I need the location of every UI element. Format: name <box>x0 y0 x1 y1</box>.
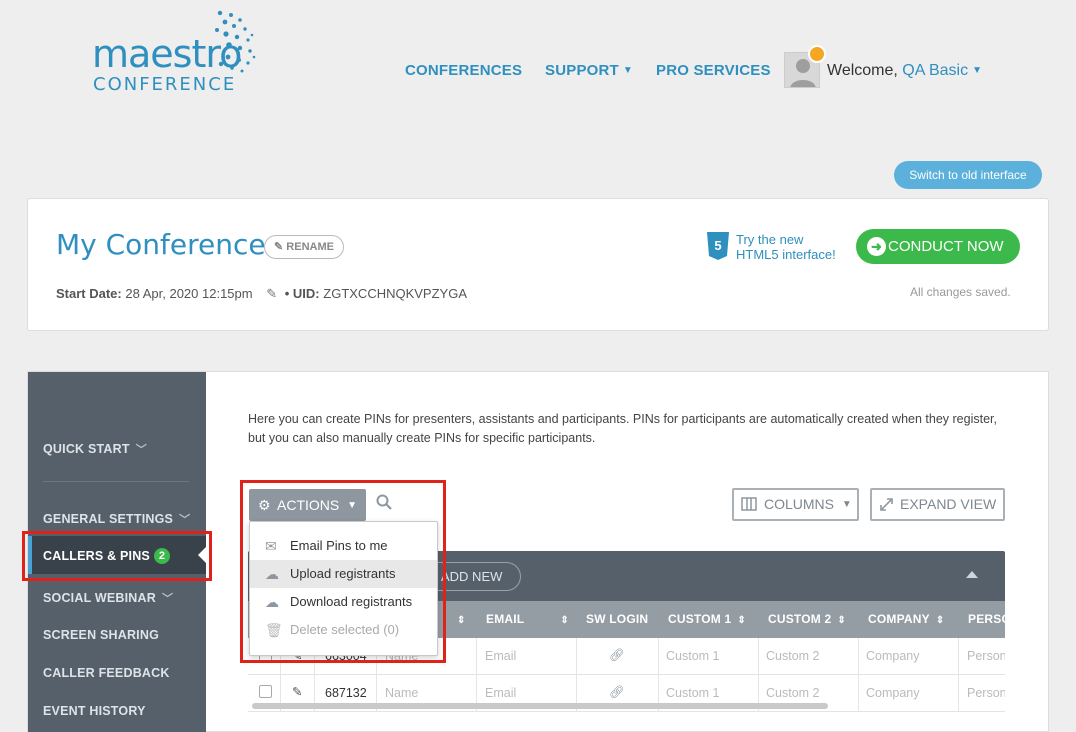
collapse-caret-icon[interactable] <box>966 571 978 578</box>
maestro-conference-logo[interactable]: maestro CONFERENCE <box>92 10 292 95</box>
pin-cell: 687132 <box>325 686 367 700</box>
pencil-icon: ✎ <box>274 241 287 253</box>
page-title: My Conference <box>56 228 266 261</box>
company-cell[interactable]: Company <box>866 686 920 700</box>
horizontal-scrollbar[interactable] <box>252 703 828 709</box>
nav-pro-services[interactable]: PRO SERVICES <box>656 62 771 79</box>
conference-meta: Start Date: 28 Apr, 2020 12:15pm ✎ • UID… <box>56 286 467 302</box>
html5-line1: Try the new <box>736 232 804 247</box>
sidebar-item-caller-feedback[interactable]: CALLER FEEDBACK <box>43 666 170 680</box>
row-checkbox[interactable] <box>259 685 272 698</box>
start-date-label: Start Date: <box>56 286 122 301</box>
link-icon[interactable]: 🔗︎ <box>609 648 625 663</box>
notification-bell-icon[interactable] <box>808 45 826 63</box>
logo-dots-icon <box>215 10 256 73</box>
chevron-down-icon: ﹀ <box>179 514 191 526</box>
sort-icon: ⇕ <box>560 615 569 626</box>
name-cell[interactable]: Name <box>385 686 418 700</box>
edit-pencil-icon[interactable]: ✎ <box>292 684 302 699</box>
expand-icon <box>880 498 893 511</box>
switch-old-interface-button[interactable]: Switch to old interface <box>894 161 1042 189</box>
user-name: QA Basic <box>902 62 969 79</box>
email-cell[interactable]: Email <box>485 649 516 663</box>
sort-icon: ⇕ <box>935 615 945 626</box>
columns-icon <box>741 497 757 511</box>
nav-conferences[interactable]: CONFERENCES <box>405 62 522 79</box>
conference-card <box>27 198 1049 331</box>
html5-line2: HTML5 interface! <box>736 247 836 262</box>
col-header-person[interactable]: PERSO <box>968 612 1005 626</box>
highlight-box-callers-pins <box>22 531 212 581</box>
html5-interface-link[interactable]: Try the new HTML5 interface! <box>736 232 836 262</box>
expand-view-button[interactable]: EXPAND VIEW <box>870 488 1005 521</box>
sidebar-item-social-webinar[interactable]: SOCIAL WEBINAR ﹀ <box>43 590 173 606</box>
chevron-down-icon: ▼ <box>622 65 634 76</box>
sidebar-item-event-history[interactable]: EVENT HISTORY <box>43 704 146 718</box>
custom2-cell[interactable]: Custom 2 <box>766 649 820 663</box>
svg-text:5: 5 <box>714 238 721 253</box>
nav-support[interactable]: SUPPORT ▼ <box>545 62 633 79</box>
sidebar-divider <box>43 481 189 482</box>
arrow-right-icon: ➜ <box>867 237 886 256</box>
chevron-down-icon: ﹀ <box>162 593 174 605</box>
col-header-sw-login[interactable]: SW LOGIN <box>586 612 648 626</box>
intro-text: Here you can create PINs for presenters,… <box>248 412 997 445</box>
sidebar-item-screen-sharing[interactable]: SCREEN SHARING <box>43 628 159 642</box>
email-cell[interactable]: Email <box>485 686 516 700</box>
welcome-menu[interactable]: Welcome, QA Basic ▼ <box>827 62 982 80</box>
person-cell[interactable]: Person <box>967 649 1005 663</box>
welcome-prefix: Welcome, <box>827 62 903 79</box>
column-divider <box>476 638 477 712</box>
highlight-box-actions <box>240 480 446 663</box>
custom2-cell[interactable]: Custom 2 <box>766 686 820 700</box>
save-status: All changes saved. <box>910 285 1011 299</box>
sidebar-item-quick-start[interactable]: QUICK START ﹀ <box>43 441 147 457</box>
caret-down-icon: ▼ <box>841 499 852 510</box>
custom1-cell[interactable]: Custom 1 <box>666 649 720 663</box>
custom1-cell[interactable]: Custom 1 <box>666 686 720 700</box>
column-divider <box>858 638 859 712</box>
chevron-down-icon: ▼ <box>972 65 982 76</box>
html5-icon[interactable]: 5 <box>706 232 730 260</box>
uid-label: • UID: <box>284 286 320 301</box>
col-header-custom1[interactable]: CUSTOM 1 ⇕ <box>668 612 746 626</box>
col-header-company[interactable]: COMPANY ⇕ <box>868 612 944 626</box>
column-divider <box>658 638 659 712</box>
columns-label: COLUMNS <box>764 496 835 512</box>
sort-icon: ⇕ <box>737 615 746 626</box>
rename-button[interactable]: ✎ RENAME <box>264 235 344 259</box>
link-icon[interactable]: 🔗︎ <box>609 685 625 700</box>
start-date-value: 28 Apr, 2020 12:15pm <box>125 286 253 301</box>
columns-button[interactable]: COLUMNS ▼ <box>732 488 859 521</box>
column-divider <box>576 638 577 712</box>
expand-view-label: EXPAND VIEW <box>900 496 997 512</box>
conduct-now-label: CONDUCT NOW <box>888 238 1004 255</box>
col-header-email[interactable]: EMAIL ⇕ <box>486 612 569 626</box>
sort-icon: ⇕ <box>837 615 846 626</box>
chevron-down-icon: ﹀ <box>135 444 147 456</box>
company-cell[interactable]: Company <box>866 649 920 663</box>
person-cell[interactable]: Person <box>967 686 1005 700</box>
uid-value: ZGTXCCHNQKVPZYGA <box>323 286 468 301</box>
col-header-custom2[interactable]: CUSTOM 2 ⇕ <box>768 612 846 626</box>
conduct-now-button[interactable]: ➜ CONDUCT NOW <box>856 229 1020 264</box>
column-divider <box>958 638 959 712</box>
edit-date-pencil-icon[interactable]: ✎ <box>266 286 277 301</box>
sidebar-item-general-settings[interactable]: GENERAL SETTINGS ﹀ <box>43 511 190 527</box>
column-divider <box>758 638 759 712</box>
sort-icon[interactable]: ⇕ <box>451 612 466 626</box>
